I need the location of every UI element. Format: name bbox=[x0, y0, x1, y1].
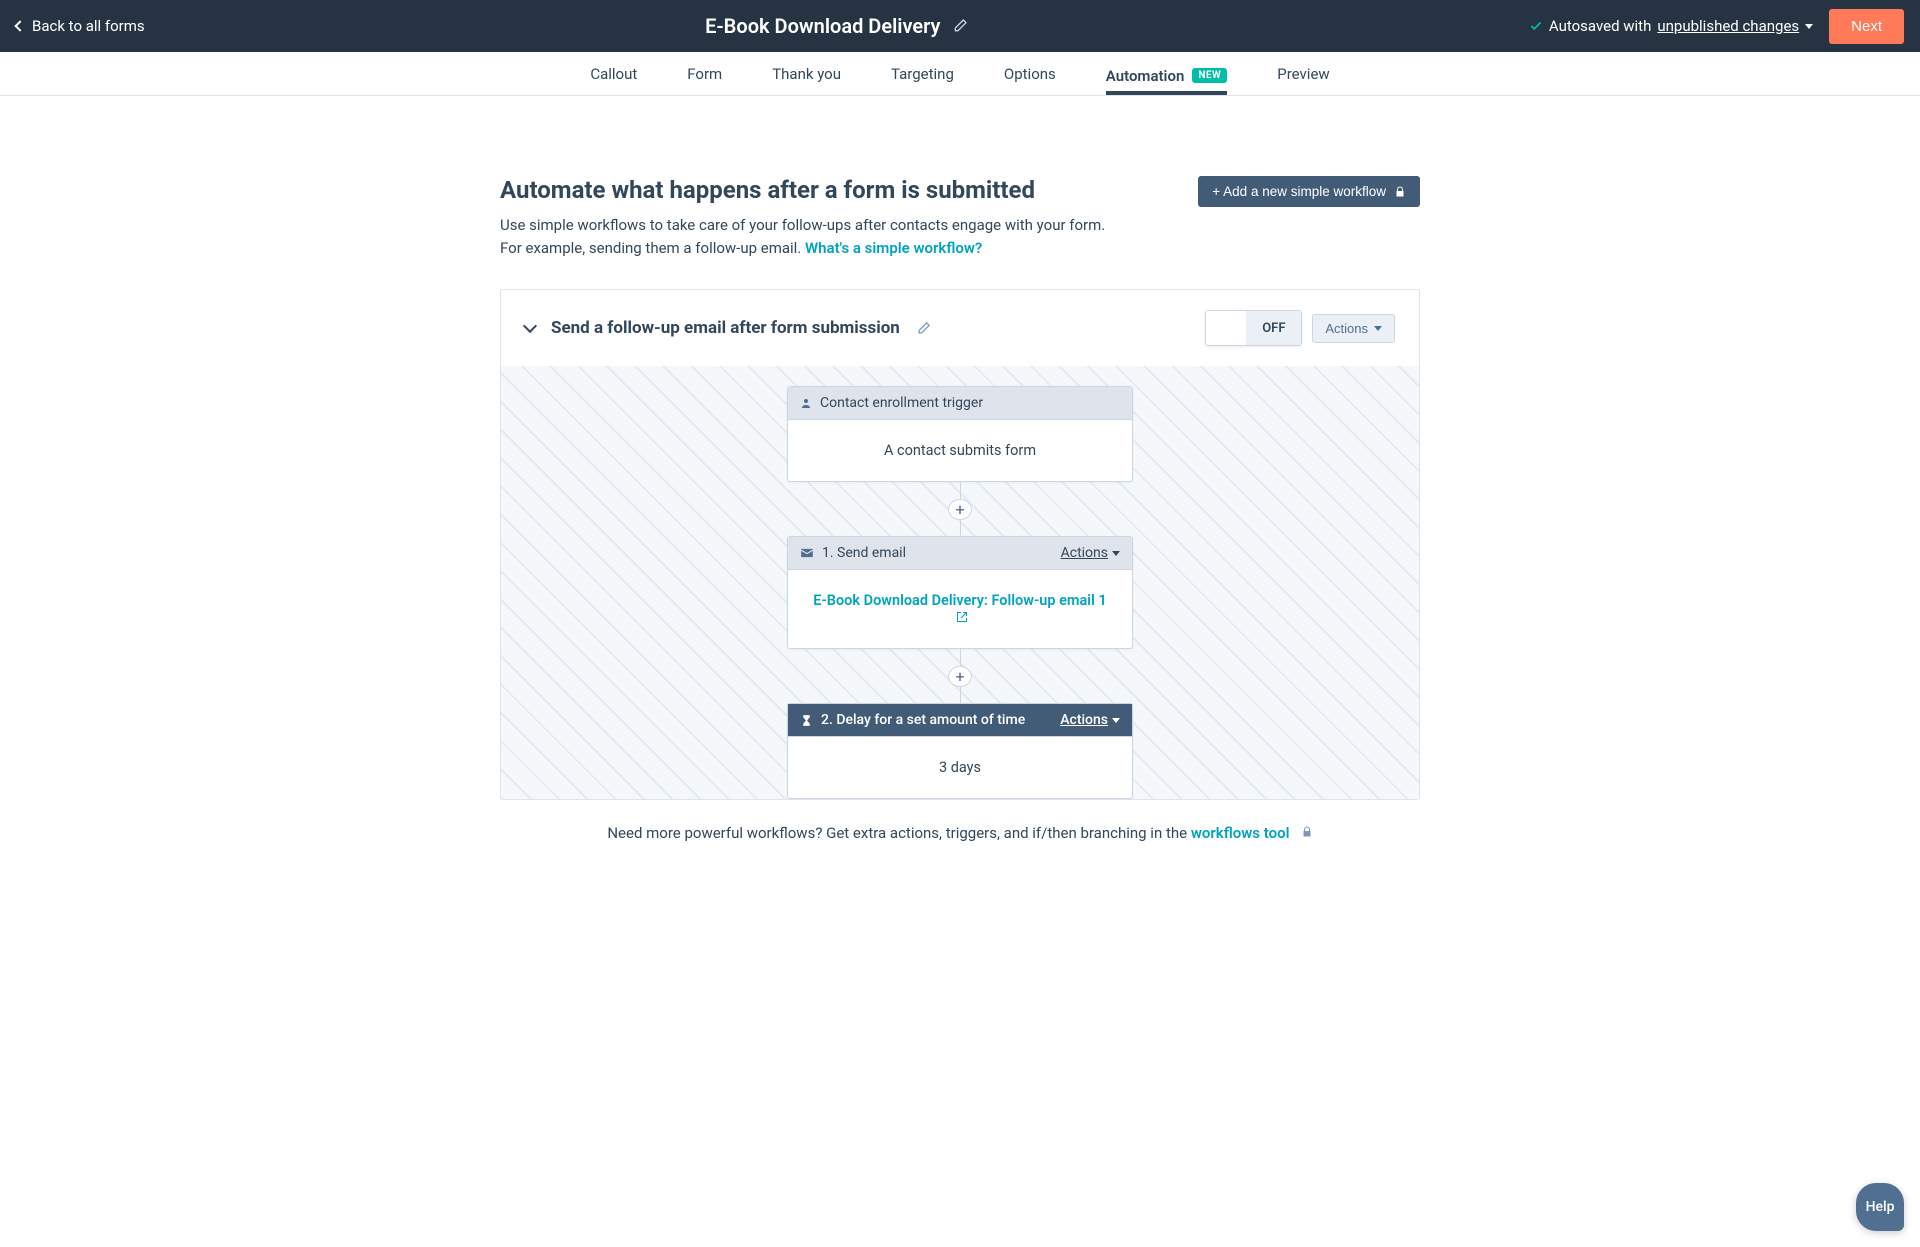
workflow-card: Send a follow-up email after form submis… bbox=[500, 289, 1420, 800]
tab-options[interactable]: Options bbox=[1004, 55, 1056, 93]
connector bbox=[960, 649, 961, 666]
pencil-icon[interactable] bbox=[916, 321, 931, 336]
external-link-icon bbox=[956, 611, 968, 623]
lock-icon bbox=[1301, 826, 1313, 838]
tab-automation[interactable]: Automation NEW bbox=[1106, 57, 1227, 95]
section-lede: Use simple workflows to take care of you… bbox=[500, 214, 1120, 259]
email-icon bbox=[800, 546, 814, 560]
delay-node-body: 3 days bbox=[788, 737, 1132, 798]
toggle-on bbox=[1206, 311, 1246, 345]
caret-down-icon bbox=[1112, 718, 1120, 723]
caret-down-icon bbox=[1112, 551, 1120, 556]
send-email-node-body: E-Book Download Delivery: Follow-up emai… bbox=[788, 570, 1132, 648]
workflow-card-header: Send a follow-up email after form submis… bbox=[501, 290, 1419, 366]
tab-thank-you[interactable]: Thank you bbox=[772, 55, 841, 93]
trigger-node-head: Contact enrollment trigger bbox=[788, 387, 1132, 420]
add-step-button[interactable]: + bbox=[948, 666, 972, 687]
tab-targeting[interactable]: Targeting bbox=[891, 55, 954, 93]
chevron-down-icon[interactable] bbox=[523, 319, 537, 333]
check-icon bbox=[1529, 19, 1543, 33]
autosave-link: unpublished changes bbox=[1657, 17, 1799, 35]
trigger-node-body: A contact submits form bbox=[788, 420, 1132, 481]
tab-nav: Callout Form Thank you Targeting Options… bbox=[0, 52, 1920, 96]
connector bbox=[960, 520, 961, 537]
autosave-status[interactable]: Autosaved with unpublished changes bbox=[1529, 17, 1813, 35]
connector bbox=[960, 687, 961, 704]
chevron-left-icon bbox=[14, 20, 25, 31]
main-content: Automate what happens after a form is su… bbox=[500, 176, 1420, 882]
page-title: E-Book Download Delivery bbox=[705, 14, 940, 38]
next-button[interactable]: Next bbox=[1829, 9, 1904, 44]
new-badge: NEW bbox=[1192, 68, 1227, 83]
tab-form[interactable]: Form bbox=[687, 55, 722, 93]
app-header: Back to all forms E-Book Download Delive… bbox=[0, 0, 1920, 52]
workflows-tool-link[interactable]: workflows tool bbox=[1191, 824, 1290, 842]
pencil-icon[interactable] bbox=[952, 18, 968, 34]
tab-callout[interactable]: Callout bbox=[590, 55, 637, 93]
section-title: Automate what happens after a form is su… bbox=[500, 176, 1120, 204]
caret-down-icon bbox=[1805, 24, 1813, 29]
send-email-node[interactable]: 1. Send email Actions E-Book Download De… bbox=[787, 536, 1133, 649]
back-label: Back to all forms bbox=[32, 17, 145, 35]
email-link[interactable]: E-Book Download Delivery: Follow-up emai… bbox=[813, 592, 1106, 626]
back-to-forms-link[interactable]: Back to all forms bbox=[16, 17, 145, 35]
node-actions-link[interactable]: Actions bbox=[1061, 545, 1120, 561]
toggle-off: OFF bbox=[1246, 311, 1301, 345]
add-step-button[interactable]: + bbox=[948, 499, 972, 520]
delay-node-head: 2. Delay for a set amount of time Action… bbox=[788, 704, 1132, 737]
node-actions-link[interactable]: Actions bbox=[1060, 712, 1120, 728]
workflow-toggle[interactable]: OFF bbox=[1205, 310, 1302, 346]
simple-workflow-link[interactable]: What's a simple workflow? bbox=[805, 239, 982, 257]
footer-cta: Need more powerful workflows? Get extra … bbox=[500, 800, 1420, 842]
add-workflow-button[interactable]: + Add a new simple workflow bbox=[1198, 176, 1420, 207]
header-right: Autosaved with unpublished changes Next bbox=[1529, 9, 1904, 44]
connector bbox=[960, 482, 961, 499]
lock-icon bbox=[1394, 186, 1406, 198]
send-email-node-head: 1. Send email Actions bbox=[788, 537, 1132, 570]
tab-preview[interactable]: Preview bbox=[1277, 55, 1329, 93]
workflow-actions-button[interactable]: Actions bbox=[1312, 314, 1395, 343]
contact-icon bbox=[800, 397, 812, 409]
help-bubble[interactable]: Help bbox=[1856, 1183, 1904, 1231]
workflow-title: Send a follow-up email after form submis… bbox=[551, 318, 900, 338]
trigger-node[interactable]: Contact enrollment trigger A contact sub… bbox=[787, 386, 1133, 482]
section-header: Automate what happens after a form is su… bbox=[500, 176, 1420, 259]
autosave-prefix: Autosaved with bbox=[1549, 17, 1651, 35]
hourglass-icon bbox=[800, 714, 813, 727]
delay-node[interactable]: 2. Delay for a set amount of time Action… bbox=[787, 703, 1133, 799]
workflow-canvas: Contact enrollment trigger A contact sub… bbox=[501, 366, 1419, 799]
page-title-group: E-Book Download Delivery bbox=[705, 14, 968, 38]
caret-down-icon bbox=[1374, 326, 1382, 331]
